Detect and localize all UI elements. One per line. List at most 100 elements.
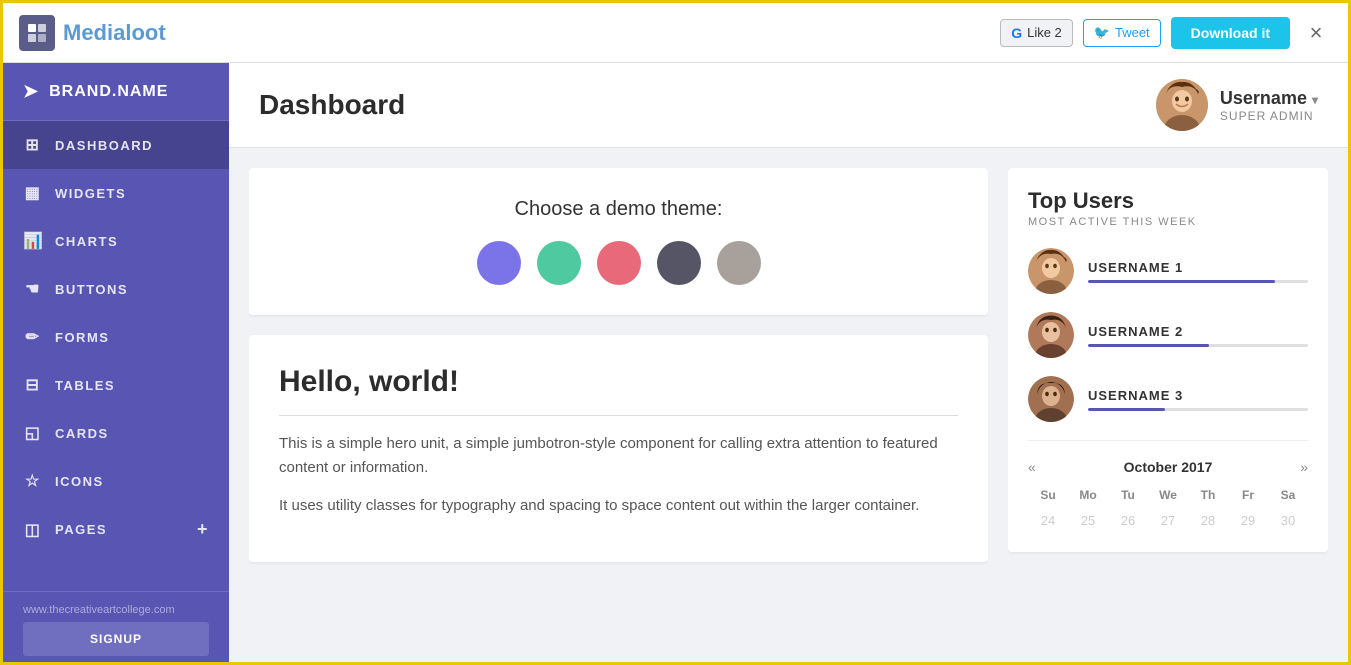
download-button[interactable]: Download it xyxy=(1171,17,1290,49)
right-panel: Top Users MOST ACTIVE THIS WEEK xyxy=(1008,168,1328,648)
top-users-subtitle: MOST ACTIVE THIS WEEK xyxy=(1028,216,1308,228)
top-users-title: Top Users xyxy=(1028,188,1308,214)
calendar-month-label: October 2017 xyxy=(1124,459,1213,475)
app-frame: Medialoot G Like 2 🐦 Tweet Download it ×… xyxy=(0,0,1351,665)
sidebar-nav: ⊞ DASHBOARD ▦ WIDGETS 📊 CHARTS ☚ BUTTONS xyxy=(3,121,229,591)
user-row-avatar-3 xyxy=(1028,376,1074,422)
color-circle-1[interactable] xyxy=(477,241,521,285)
sidebar-bottom: www.thecreativeartcollege.com SIGNUP xyxy=(3,591,229,665)
sidebar-item-icons[interactable]: ☆ ICONS xyxy=(3,457,229,505)
calendar-header: « October 2017 » xyxy=(1028,459,1308,475)
calendar-section: « October 2017 » Su Mo Tu We Th Fr xyxy=(1028,459,1308,532)
content-area: Dashboard xyxy=(229,63,1348,665)
user-row-name-2: USERNAME 2 xyxy=(1088,324,1308,339)
main-layout: ➤ BRAND.NAME ⊞ DASHBOARD ▦ WIDGETS 📊 CHA… xyxy=(3,63,1348,665)
cal-day-27[interactable]: 27 xyxy=(1148,509,1188,532)
user-row-avatar-2 xyxy=(1028,312,1074,358)
dashboard-icon: ⊞ xyxy=(23,135,43,155)
top-users-card: Top Users MOST ACTIVE THIS WEEK xyxy=(1008,168,1328,552)
sidebar-label-tables: TABLES xyxy=(55,378,115,393)
user-row-info-3: USERNAME 3 xyxy=(1088,388,1308,411)
user-progress-fill-2 xyxy=(1088,344,1209,347)
user-name: Username ▾ xyxy=(1220,88,1318,109)
theme-chooser-title: Choose a demo theme: xyxy=(279,198,958,221)
user-row-info-1: USERNAME 1 xyxy=(1088,260,1308,283)
buttons-icon: ☚ xyxy=(23,279,43,299)
calendar-next-button[interactable]: » xyxy=(1300,459,1308,475)
close-button[interactable]: × xyxy=(1300,17,1332,49)
sidebar-label-pages: PAGES xyxy=(55,522,197,537)
sidebar-item-forms[interactable]: ✏ FORMS xyxy=(3,313,229,361)
sidebar-item-widgets[interactable]: ▦ WIDGETS xyxy=(3,169,229,217)
signup-button[interactable]: SIGNUP xyxy=(23,622,209,656)
sidebar: ➤ BRAND.NAME ⊞ DASHBOARD ▦ WIDGETS 📊 CHA… xyxy=(3,63,229,665)
user-row-3: USERNAME 3 xyxy=(1028,376,1308,422)
logo-area: Medialoot xyxy=(19,15,166,51)
cal-header-th: Th xyxy=(1188,485,1228,505)
sidebar-item-tables[interactable]: ⊟ TABLES xyxy=(3,361,229,409)
sidebar-label-forms: FORMS xyxy=(55,330,109,345)
sidebar-item-cards[interactable]: ◱ CARDS xyxy=(3,409,229,457)
color-circle-5[interactable] xyxy=(717,241,761,285)
facebook-like-button[interactable]: G Like 2 xyxy=(1000,19,1073,47)
main-content: Choose a demo theme: Hello, world! xyxy=(229,148,1348,665)
sidebar-footer-text: www.thecreativeartcollege.com xyxy=(23,604,209,616)
cal-day-29[interactable]: 29 xyxy=(1228,509,1268,532)
facebook-icon: G xyxy=(1011,25,1022,41)
cal-day-25[interactable]: 25 xyxy=(1068,509,1108,532)
brand-arrow-icon: ➤ xyxy=(23,81,39,102)
content-header: Dashboard xyxy=(229,63,1348,148)
user-role: SUPER ADMIN xyxy=(1220,109,1318,123)
color-circle-2[interactable] xyxy=(537,241,581,285)
header-user: Username ▾ SUPER ADMIN xyxy=(1156,79,1318,131)
hero-divider xyxy=(279,415,958,416)
icons-icon: ☆ xyxy=(23,471,43,491)
user-progress-bar-1 xyxy=(1088,280,1308,283)
user-progress-fill-1 xyxy=(1088,280,1275,283)
cal-header-mo: Mo xyxy=(1068,485,1108,505)
sidebar-label-icons: ICONS xyxy=(55,474,104,489)
sidebar-item-charts[interactable]: 📊 CHARTS xyxy=(3,217,229,265)
hero-title: Hello, world! xyxy=(279,365,958,399)
tables-icon: ⊟ xyxy=(23,375,43,395)
sidebar-label-buttons: BUTTONS xyxy=(55,282,128,297)
sidebar-label-dashboard: DASHBOARD xyxy=(55,138,153,153)
forms-icon: ✏ xyxy=(23,327,43,347)
tweet-label: Tweet xyxy=(1115,25,1150,40)
charts-icon: 📊 xyxy=(23,231,43,251)
cal-header-we: We xyxy=(1148,485,1188,505)
sidebar-item-buttons[interactable]: ☚ BUTTONS xyxy=(3,265,229,313)
tweet-button[interactable]: 🐦 Tweet xyxy=(1083,19,1161,47)
sidebar-brand[interactable]: ➤ BRAND.NAME xyxy=(3,63,229,121)
sidebar-item-pages[interactable]: ◫ PAGES + xyxy=(3,505,229,554)
calendar-days: 24 25 26 27 28 29 30 xyxy=(1028,509,1308,532)
sidebar-item-dashboard[interactable]: ⊞ DASHBOARD xyxy=(3,121,229,169)
calendar-prev-button[interactable]: « xyxy=(1028,459,1036,475)
sidebar-label-cards: CARDS xyxy=(55,426,109,441)
cal-day-24[interactable]: 24 xyxy=(1028,509,1068,532)
cal-header-tu: Tu xyxy=(1108,485,1148,505)
pages-icon: ◫ xyxy=(23,520,43,540)
logo-icon xyxy=(19,15,55,51)
cal-day-28[interactable]: 28 xyxy=(1188,509,1228,532)
cal-day-30[interactable]: 30 xyxy=(1268,509,1308,532)
user-progress-bar-3 xyxy=(1088,408,1308,411)
hero-text-2: It uses utility classes for typography a… xyxy=(279,494,958,518)
top-bar-right: G Like 2 🐦 Tweet Download it × xyxy=(1000,17,1332,49)
user-row-name-1: USERNAME 1 xyxy=(1088,260,1308,275)
sidebar-label-widgets: WIDGETS xyxy=(55,186,126,201)
cal-header-su: Su xyxy=(1028,485,1068,505)
top-bar: Medialoot G Like 2 🐦 Tweet Download it × xyxy=(3,3,1348,63)
user-row-2: USERNAME 2 xyxy=(1028,312,1308,358)
color-circle-4[interactable] xyxy=(657,241,701,285)
calendar-day-headers: Su Mo Tu We Th Fr Sa xyxy=(1028,485,1308,505)
pages-plus-icon: + xyxy=(197,519,209,540)
cal-header-fr: Fr xyxy=(1228,485,1268,505)
cal-day-26[interactable]: 26 xyxy=(1108,509,1148,532)
widgets-icon: ▦ xyxy=(23,183,43,203)
twitter-icon: 🐦 xyxy=(1094,25,1110,41)
user-info: Username ▾ SUPER ADMIN xyxy=(1220,88,1318,123)
user-progress-fill-3 xyxy=(1088,408,1165,411)
color-circle-3[interactable] xyxy=(597,241,641,285)
page-title: Dashboard xyxy=(259,89,405,121)
